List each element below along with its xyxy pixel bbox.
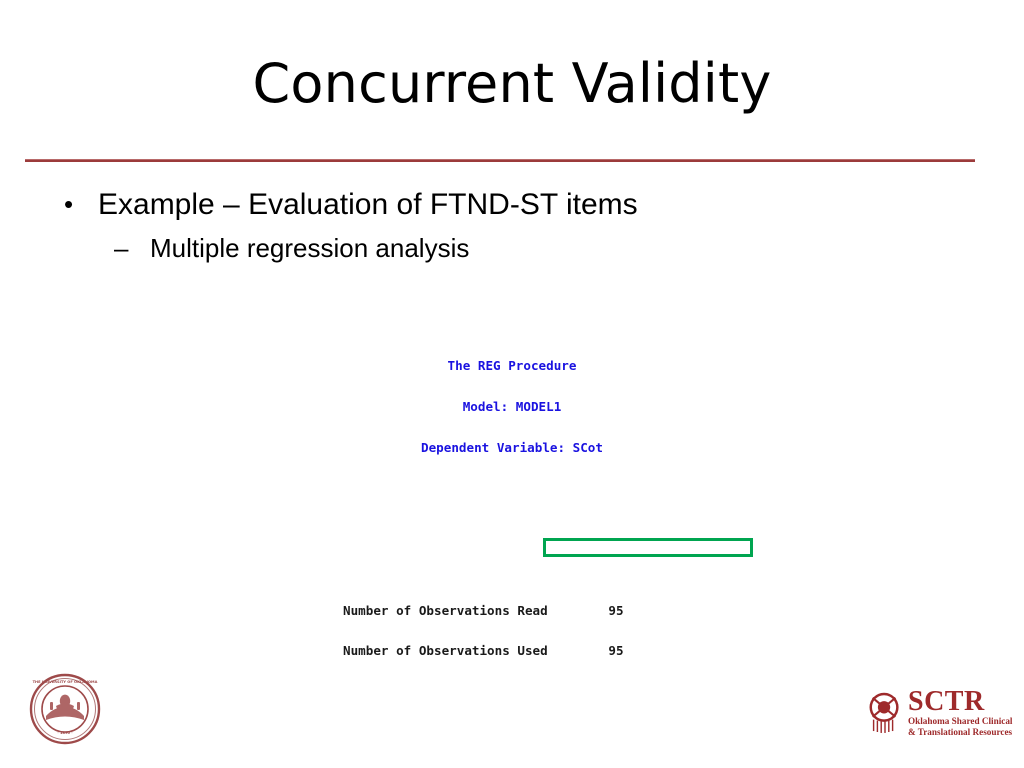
observations-used-row: Number of Observations Used 95	[0, 644, 1024, 658]
bullet-marker-icon: •	[64, 189, 74, 219]
sctr-text-block: SCTR Oklahoma Shared Clinical & Translat…	[908, 688, 1013, 737]
university-of-oklahoma-seal-icon: THE UNIVERSITY OF OKLAHOMA · 1890 ·	[28, 672, 102, 746]
model-line: Model: MODEL1	[462, 398, 562, 414]
svg-text:· 1890 ·: · 1890 ·	[57, 731, 72, 735]
sas-procedure-header: The REG Procedure Model: MODEL1 Dependen…	[0, 332, 1024, 482]
observations-block: Number of Observations Read 95 Number of…	[0, 576, 1024, 685]
slide: Concurrent Validity • Example – Evaluati…	[0, 0, 1024, 768]
dependent-variable-line: Dependent Variable: SCot	[421, 439, 603, 455]
svg-text:THE UNIVERSITY OF OKLAHOMA: THE UNIVERSITY OF OKLAHOMA	[33, 680, 98, 684]
sctr-tagline-line1: Oklahoma Shared Clinical	[908, 716, 1013, 726]
sctr-emblem-icon	[869, 692, 899, 733]
adj-r-squared-highlight-box	[543, 538, 753, 557]
observations-used-value: 95	[608, 643, 624, 659]
page-title: Concurrent Validity	[252, 52, 772, 115]
sctr-acronym: SCTR	[908, 686, 985, 717]
observations-used-label: Number of Observations Used	[343, 643, 548, 659]
sctr-logo: SCTR Oklahoma Shared Clinical & Translat…	[866, 688, 1013, 740]
bullet-level2: – Multiple regression analysis	[60, 232, 940, 266]
observations-read-value: 95	[608, 602, 624, 618]
bullet-level1: • Example – Evaluation of FTND-ST items	[60, 186, 940, 224]
title-divider	[25, 159, 975, 162]
bullet-list: • Example – Evaluation of FTND-ST items …	[60, 186, 940, 266]
observations-read-row: Number of Observations Read 95	[0, 602, 1024, 618]
dash-marker-icon: –	[114, 233, 129, 264]
sctr-tagline-line2: & Translational Resources	[908, 726, 1013, 737]
bullet-level1-text: Example – Evaluation of FTND-ST items	[98, 188, 638, 221]
observations-read-label: Number of Observations Read	[343, 602, 548, 618]
reg-procedure-line: The REG Procedure	[447, 357, 577, 373]
bullet-level2-text: Multiple regression analysis	[150, 233, 470, 264]
